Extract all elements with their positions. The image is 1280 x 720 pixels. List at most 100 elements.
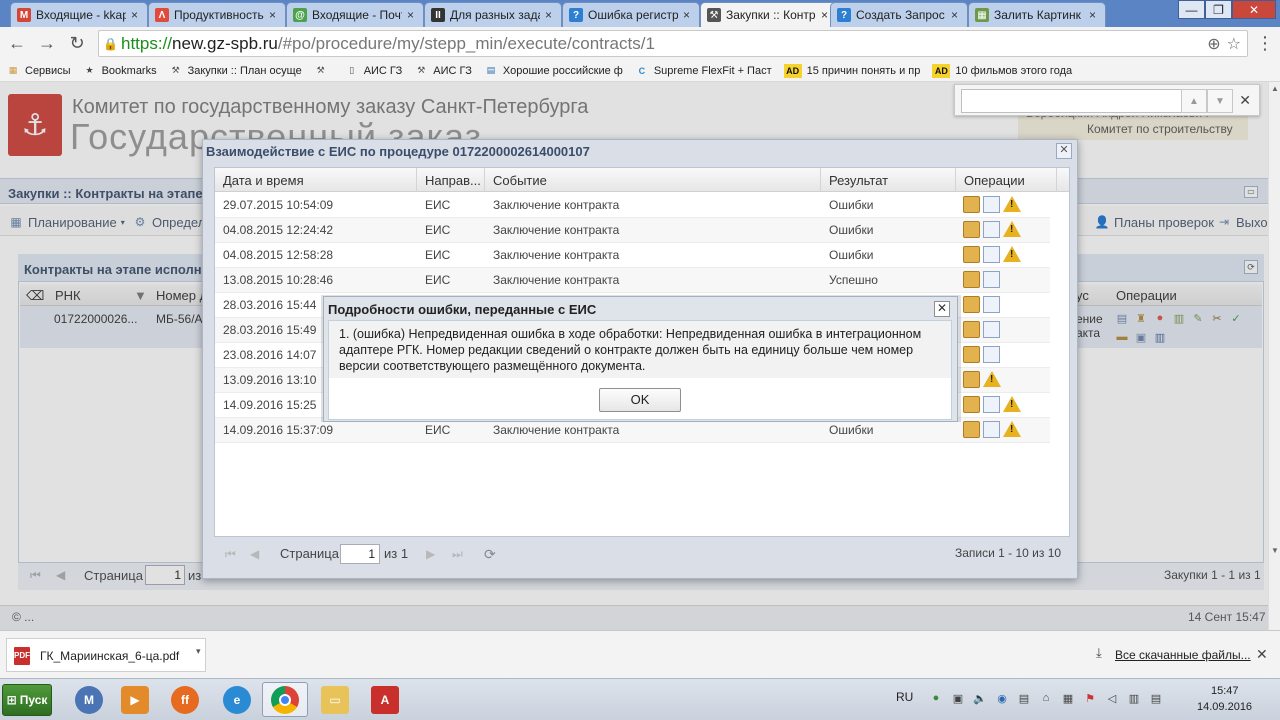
col-direction[interactable]: Направ... xyxy=(425,173,481,188)
tray-app-icon[interactable]: ● xyxy=(928,690,944,706)
back-button[interactable]: ← xyxy=(4,31,30,57)
taskbar-app-1[interactable]: M xyxy=(66,682,112,717)
package-icon[interactable] xyxy=(963,246,980,263)
maximize-button[interactable]: ❐ xyxy=(1205,0,1232,19)
warning-icon[interactable] xyxy=(1003,196,1021,212)
browser-tab[interactable]: ⚒ Закупки :: Контр × xyxy=(700,2,838,27)
warning-icon[interactable] xyxy=(1003,421,1021,437)
eis-first-page-button[interactable]: ⏮ xyxy=(225,547,236,562)
find-next-button[interactable]: ▼ xyxy=(1207,89,1233,113)
zoom-icon[interactable]: ⊕ xyxy=(1207,34,1220,54)
page-scrollbar[interactable]: ▲ ▼ xyxy=(1268,82,1280,630)
package-icon[interactable] xyxy=(963,196,980,213)
table-row[interactable] xyxy=(215,218,1050,243)
warning-icon[interactable] xyxy=(983,371,1001,387)
browser-tab[interactable]: M Входящие - kkap × xyxy=(10,2,148,27)
show-all-downloads-link[interactable]: Все скачанные файлы... xyxy=(1115,648,1251,662)
eis-page-input[interactable]: 1 xyxy=(340,544,380,564)
address-bar[interactable]: 🔒 https://new.gz-spb.ru/#po/procedure/my… xyxy=(98,30,1248,57)
package-icon[interactable] xyxy=(963,221,980,238)
taskbar-explorer[interactable]: ▭ xyxy=(312,682,358,717)
table-row[interactable] xyxy=(215,243,1050,268)
find-prev-button[interactable]: ▲ xyxy=(1181,89,1207,113)
document-icon[interactable] xyxy=(983,196,1000,213)
warning-icon[interactable] xyxy=(1003,246,1021,262)
chrome-menu-icon[interactable]: ⋮ xyxy=(1256,33,1274,54)
clock-date[interactable]: 14.09.2016 xyxy=(1197,701,1252,713)
browser-tab[interactable]: Λ Продуктивность × xyxy=(148,2,286,27)
tab-close-icon[interactable]: × xyxy=(683,8,693,22)
volume-icon[interactable]: 🔈 xyxy=(972,690,988,706)
browser-tab[interactable]: @ Входящие - Почт × xyxy=(286,2,424,27)
bookmark-item[interactable]: ★ Bookmarks xyxy=(83,64,157,78)
taskbar-acrobat[interactable]: A xyxy=(362,682,408,717)
bookmark-item[interactable]: ▦ Сервисы xyxy=(6,64,71,78)
col-datetime[interactable]: Дата и время xyxy=(223,173,304,188)
package-icon[interactable] xyxy=(963,346,980,363)
col-event[interactable]: Событие xyxy=(493,173,547,188)
tab-close-icon[interactable]: × xyxy=(1089,8,1099,22)
package-icon[interactable] xyxy=(963,296,980,313)
tab-close-icon[interactable]: × xyxy=(545,8,555,22)
eis-last-page-button[interactable]: ⏭ xyxy=(452,547,463,562)
package-icon[interactable] xyxy=(963,396,980,413)
close-window-button[interactable]: ✕ xyxy=(1232,0,1276,19)
package-icon[interactable] xyxy=(963,371,980,388)
forward-button[interactable]: → xyxy=(34,31,60,57)
eis-close-button[interactable]: ✕ xyxy=(1056,143,1072,159)
document-icon[interactable] xyxy=(983,246,1000,263)
browser-tab[interactable]: ? Создать Запрос × xyxy=(830,2,968,27)
bookmark-item[interactable]: ⚒ АИС ГЗ xyxy=(414,64,472,78)
clock-time[interactable]: 15:47 xyxy=(1211,685,1239,697)
eis-prev-page-button[interactable]: ◀ xyxy=(250,547,259,561)
document-icon[interactable] xyxy=(983,221,1000,238)
find-close-button[interactable]: ✕ xyxy=(1239,92,1251,109)
tab-close-icon[interactable]: × xyxy=(951,8,961,22)
reload-button[interactable]: ↻ xyxy=(64,31,90,57)
document-icon[interactable] xyxy=(983,296,1000,313)
download-menu-icon[interactable]: ▾ xyxy=(196,646,201,657)
tab-close-icon[interactable]: × xyxy=(269,8,279,22)
warning-icon[interactable] xyxy=(1003,221,1021,237)
tray-app-icon[interactable]: ▥ xyxy=(1126,690,1142,706)
start-button[interactable]: ⊞ Пуск xyxy=(2,684,52,716)
document-icon[interactable] xyxy=(983,421,1000,438)
flag-icon[interactable]: ⚑ xyxy=(1082,690,1098,706)
bookmark-item[interactable]: ⚒ xyxy=(314,64,333,78)
bookmark-item[interactable]: ⚒ Закупки :: План осуще xyxy=(169,64,302,78)
taskbar-app-2[interactable]: ▶ xyxy=(112,682,158,717)
taskbar-ie[interactable]: e xyxy=(214,682,260,717)
downloads-close-button[interactable]: ✕ xyxy=(1256,646,1268,663)
ok-button[interactable]: OK xyxy=(599,388,681,412)
bookmark-item[interactable]: ▤ Хорошие российские ф xyxy=(484,64,623,78)
tray-app-icon[interactable]: ▦ xyxy=(1060,690,1076,706)
tray-app-icon[interactable]: ▣ xyxy=(950,690,966,706)
col-result[interactable]: Результат xyxy=(829,173,888,188)
find-input[interactable] xyxy=(961,89,1183,113)
tray-app-icon[interactable]: ⌂ xyxy=(1038,690,1054,706)
tab-close-icon[interactable]: × xyxy=(407,8,417,22)
table-row[interactable] xyxy=(215,193,1050,218)
bookmark-star-icon[interactable]: ☆ xyxy=(1227,34,1241,54)
error-close-button[interactable]: ✕ xyxy=(934,301,950,317)
tab-close-icon[interactable]: × xyxy=(131,8,141,22)
bookmark-item[interactable]: AD 15 причин понять и пр xyxy=(783,63,920,78)
package-icon[interactable] xyxy=(963,421,980,438)
taskbar-chrome[interactable] xyxy=(262,682,308,717)
document-icon[interactable] xyxy=(983,321,1000,338)
bookmark-item[interactable]: AD 10 фильмов этого года xyxy=(932,63,1072,78)
document-icon[interactable] xyxy=(983,346,1000,363)
bookmark-item[interactable]: C Supreme FlexFit + Паст xyxy=(635,64,772,78)
package-icon[interactable] xyxy=(963,271,980,288)
browser-tab[interactable]: II Для разных зада × xyxy=(424,2,562,27)
browser-tab[interactable]: ? Ошибка регистр × xyxy=(562,2,700,27)
document-icon[interactable] xyxy=(983,396,1000,413)
document-icon[interactable] xyxy=(983,271,1000,288)
eis-refresh-icon[interactable]: ⟳ xyxy=(484,546,496,563)
bookmark-item[interactable]: ▯ АИС ГЗ xyxy=(345,64,402,78)
eis-next-page-button[interactable]: ▶ xyxy=(426,547,435,561)
speaker-icon[interactable]: ◁ xyxy=(1104,690,1120,706)
tray-app-icon[interactable]: ◉ xyxy=(994,690,1010,706)
browser-tab[interactable]: ▦ Залить Картинк × xyxy=(968,2,1106,27)
table-row[interactable] xyxy=(215,268,1050,293)
